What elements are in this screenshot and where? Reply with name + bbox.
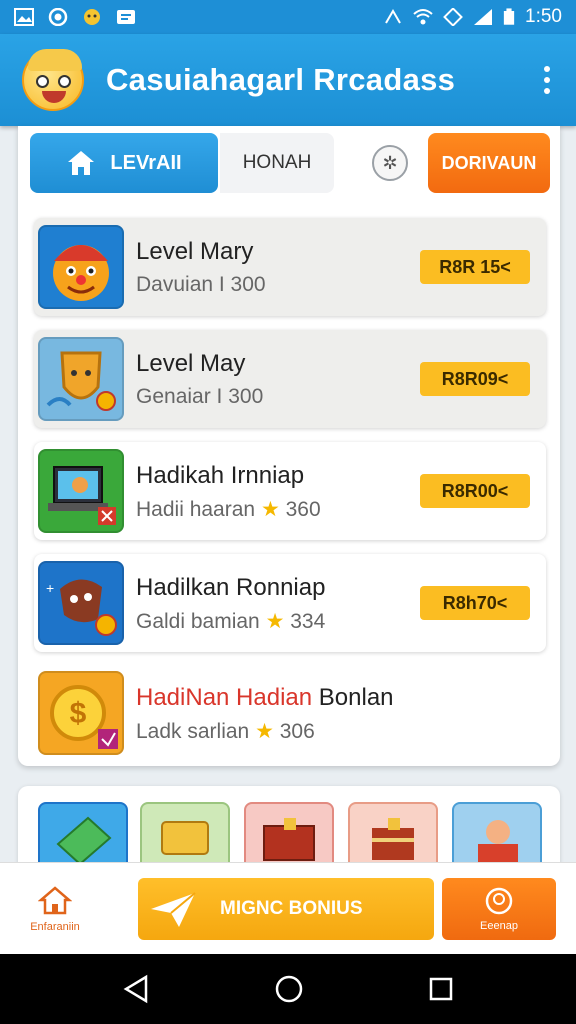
paper-plane-icon (151, 891, 196, 927)
image-icon (14, 8, 34, 26)
battery-icon (503, 8, 515, 25)
star-icon: ★ (265, 609, 285, 633)
record-icon (48, 8, 68, 26)
status-bar: 1:50 (0, 0, 576, 34)
list-item[interactable]: Level May Genaiar I 300 R8R09< (34, 330, 546, 428)
character-thumbnail-icon: + (38, 561, 124, 645)
svg-text:+: + (46, 580, 54, 596)
clown-thumbnail-icon (38, 225, 124, 309)
system-nav-bar (0, 954, 576, 1024)
tab-levels-label: LEVrAII (110, 151, 182, 174)
overflow-menu-icon[interactable] (534, 60, 560, 100)
home-circle-icon[interactable] (274, 974, 304, 1004)
item-rating: 360 (285, 497, 321, 521)
item-title: Hadikah Irnniap (136, 461, 305, 489)
bottom-nav: Enfaraniin MIGNC BONIUS Eeenap (0, 862, 576, 954)
item-subtitle: Ladk sarlian (136, 719, 250, 743)
star-icon: ★ (260, 497, 280, 521)
price-badge[interactable]: R8R00< (420, 474, 530, 508)
shield-thumbnail-icon (38, 337, 124, 421)
level-panel: LEVrAII HONAH ✲ DORIVAUN Level Mary Davu… (18, 126, 560, 766)
signal-icon (474, 9, 493, 25)
item-title: Bonlan (318, 683, 394, 711)
coin-thumbnail-icon: $ (38, 671, 124, 755)
svg-text:$: $ (70, 697, 87, 730)
item-title-highlight: HadiNan Hadian (136, 683, 313, 711)
download-button-label: DORIVAUN (441, 152, 537, 173)
home-icon (38, 885, 72, 914)
nav-home-label: Enfaraniin (30, 920, 80, 933)
download-button[interactable]: DORIVAUN (428, 133, 550, 193)
item-subtitle: Galdi bamian (136, 609, 260, 633)
item-title: Level Mary (136, 238, 254, 265)
computer-thumbnail-icon (38, 449, 124, 533)
item-title: Hadilkan Ronniap (136, 573, 326, 601)
app-bar: Casuiahagarl Rrcadass (0, 34, 576, 126)
game-notification-icon (84, 9, 100, 25)
home-icon (68, 151, 95, 175)
price-badge[interactable]: R8R09< (420, 362, 530, 396)
list-item[interactable]: $ HadiNan Hadian Bonlan Ladk sarlian ★ 3… (34, 664, 546, 762)
item-rating: 334 (290, 609, 326, 633)
price-badge[interactable]: R8R 15< (420, 250, 530, 284)
list-item[interactable]: Hadikah Irnniap Hadii haaran ★ 360 R8R00… (34, 442, 546, 540)
profile-button-label: Eeenap (480, 919, 518, 932)
tab-home[interactable]: HONAH (220, 133, 334, 193)
tab-bar: LEVrAII HONAH ✲ DORIVAUN (30, 132, 550, 194)
back-icon[interactable] (122, 974, 150, 1004)
list-item[interactable]: + Hadilkan Ronniap Galdi bamian ★ 334 R8… (34, 554, 546, 652)
price-badge[interactable]: R8h70< (420, 586, 530, 620)
star-icon: ★ (255, 719, 274, 743)
app-logo-icon (22, 49, 84, 111)
tab-levels[interactable]: LEVrAII (30, 133, 218, 193)
recents-icon[interactable] (428, 976, 454, 1002)
message-icon (117, 10, 135, 24)
clock: 1:50 (525, 6, 562, 27)
item-rating: 306 (279, 719, 315, 743)
settings-icon[interactable]: ✲ (372, 145, 408, 181)
item-title: Level May (136, 350, 246, 377)
app-title: Casuiahagarl Rrcadass (106, 62, 456, 97)
bonus-button-label: MIGNC BONIUS (220, 897, 363, 919)
item-subtitle: Genaiar I 300 (136, 385, 264, 408)
bonus-button[interactable]: MIGNC BONIUS (138, 877, 434, 940)
wifi-icon (413, 9, 433, 25)
profile-icon (485, 887, 513, 914)
tab-home-label: HONAH (242, 152, 312, 173)
item-subtitle: Hadii haaran (136, 497, 256, 521)
item-subtitle: Davuian I 300 (136, 273, 266, 296)
profile-button[interactable]: Eeenap (442, 877, 556, 940)
nav-home[interactable]: Enfaraniin (0, 869, 110, 949)
nfc-icon (385, 9, 401, 24)
list-item[interactable]: Level Mary Davuian I 300 R8R 15< (34, 218, 546, 316)
alarm-icon (443, 8, 463, 26)
